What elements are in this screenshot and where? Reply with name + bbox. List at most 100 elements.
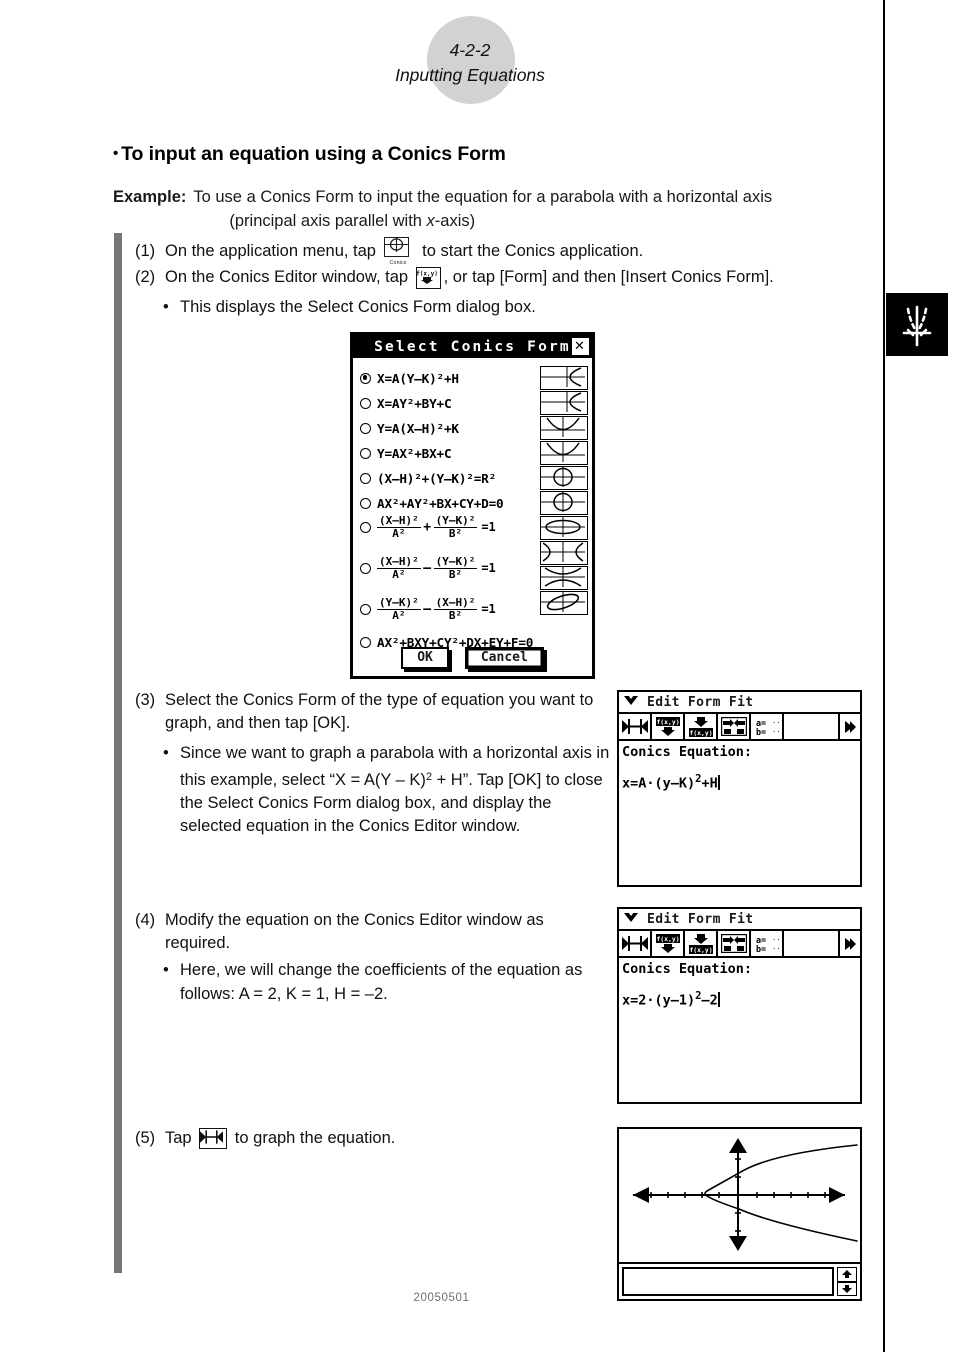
conics-option-hyperbola-horizontal[interactable]: (X–H)² A² – (Y–K)² B² =1 (360, 556, 496, 580)
close-icon[interactable]: ✕ (572, 338, 589, 355)
conics-editor-window-1[interactable]: Edit Form Fit f(x,y) f(x,y) a= b= · · Co… (617, 690, 862, 887)
radio-icon[interactable] (360, 397, 371, 409)
radio-icon[interactable] (360, 562, 371, 574)
step-4-sub-bullet: • (163, 961, 169, 979)
operator: – (423, 560, 432, 576)
step-3: (3) Select the Conics Form of the type o… (135, 689, 605, 735)
conics-app-icon[interactable]: Conics (383, 236, 415, 267)
thumb-parabola-up-2[interactable] (540, 441, 588, 465)
select-conics-form-dialog[interactable]: Select Conics Form ✕ X=A(Y–K)²+H X=AY²+B… (350, 332, 595, 679)
expand-select-button[interactable] (718, 714, 751, 739)
menu-chevron-down-icon[interactable] (623, 695, 639, 709)
conics-option-label: AX²+AY²+BX+CY+D=0 (377, 495, 504, 511)
conics-form-down-button[interactable]: f(x,y) (685, 714, 718, 739)
ok-button[interactable]: OK (401, 647, 449, 669)
expand-select-button[interactable] (718, 931, 751, 956)
radio-selected-icon[interactable] (360, 372, 371, 384)
numerator: (Y–K)² (379, 596, 419, 609)
example-line-2: (principal axis parallel with x-axis) (193, 209, 843, 233)
thumb-ellipse[interactable] (540, 516, 588, 540)
thumb-parabola-left-2[interactable] (540, 391, 588, 415)
graph-it-button[interactable] (619, 714, 652, 739)
conics-option-x-a-y-k-2-h[interactable]: X=A(Y–K)²+H (360, 368, 459, 388)
conics-option-y-a-x-h-2-k[interactable]: Y=A(X–H)²+K (360, 418, 459, 438)
menu-edit[interactable]: Edit (647, 696, 680, 709)
page-footer: 20050501 (413, 1292, 470, 1304)
insert-conics-form-button[interactable]: f(x,y) (652, 931, 685, 956)
conics-editor-window-2[interactable]: Edit Form Fit f(x,y) f(x,y) a= b= · · Co… (617, 907, 862, 1104)
thumb-circle-2[interactable] (540, 491, 588, 515)
hyperbola-v-term-1: (Y–K)² A² (377, 597, 421, 621)
graph-it-icon[interactable] (199, 1128, 228, 1150)
radio-icon[interactable] (360, 636, 371, 648)
example-text: To use a Conics Form to input the equati… (193, 185, 843, 233)
conics-graph-window[interactable] (617, 1127, 862, 1301)
conics-option-y-ax2-bx-c[interactable]: Y=AX²+BX+C (360, 443, 452, 463)
menu-form[interactable]: Form (688, 913, 721, 926)
editor-1-menubar: Edit Form Fit (619, 692, 860, 714)
svg-text:f(x,y): f(x,y) (656, 935, 679, 943)
editor-2-content[interactable]: Conics Equation: x=2·(y–1)2–2 (619, 958, 860, 1012)
radio-icon[interactable] (360, 422, 371, 434)
conics-option-hyperbola-vertical[interactable]: (Y–K)² A² – (X–H)² B² =1 (360, 597, 496, 621)
insert-conics-form-button[interactable]: f(x,y) (652, 714, 685, 739)
step-4-text: Modify the equation on the Conics Editor… (165, 911, 544, 952)
step-3-sub-bullet: • (163, 744, 169, 762)
thumb-circle[interactable] (540, 466, 588, 490)
conics-option-label: (X–H)²+(Y–K)²=R² (377, 470, 497, 486)
insert-conics-form-icon[interactable]: f(x,y) (415, 266, 441, 289)
conics-form-down-button[interactable]: f(x,y) (685, 931, 718, 956)
menu-chevron-down-icon[interactable] (623, 912, 639, 926)
menu-fit[interactable]: Fit (729, 913, 754, 926)
dialog-title: Select Conics Form (374, 338, 571, 355)
radio-icon[interactable] (360, 447, 371, 459)
thumb-parabola-up[interactable] (540, 416, 588, 440)
radio-icon[interactable] (360, 603, 371, 615)
svg-text:···: ··· (772, 945, 780, 953)
scroll-up-icon[interactable] (837, 1267, 857, 1282)
conics-option-circle-standard[interactable]: (X–H)²+(Y–K)²=R² (360, 468, 496, 488)
conics-option-ellipse[interactable]: (X–H)² A² + (Y–K)² B² =1 (360, 515, 496, 539)
example-line-2-post: -axis) (434, 212, 476, 230)
conics-option-x-ay2-by-c[interactable]: X=AY²+BY+C (360, 393, 452, 413)
editor-2-prompt: Conics Equation: (622, 961, 753, 977)
cancel-button[interactable]: Cancel (464, 647, 544, 669)
menu-fit[interactable]: Fit (729, 696, 754, 709)
graph-it-button[interactable] (619, 931, 652, 956)
dialog-button-row: OK Cancel (353, 647, 592, 669)
radio-icon[interactable] (360, 521, 371, 533)
radio-icon[interactable] (360, 472, 371, 484)
svg-text:f(x,y): f(x,y) (689, 729, 712, 737)
example-line-2-pre: (principal axis parallel with (229, 212, 427, 230)
rhs: =1 (481, 520, 496, 535)
page-header: 4-2-2 Inputting Equations (290, 38, 650, 88)
thumb-parabola-left[interactable] (540, 366, 588, 390)
dialog-body: X=A(Y–K)²+H X=AY²+BY+C Y=A(X–H)²+K Y=AX²… (353, 358, 592, 678)
section-heading-text: To input an equation using a Conics Form (121, 143, 506, 165)
editor-2-equation[interactable]: x=2·(y–1)2–2 (622, 987, 857, 1010)
editor-1-equation[interactable]: x=A·(y–K)2+H (622, 770, 857, 793)
text-caret (717, 775, 721, 791)
equation-tail: –2 (701, 992, 718, 1009)
toolbar-overflow-icon[interactable] (840, 931, 860, 956)
svg-text:···: ··· (772, 728, 780, 736)
toolbar-overflow-icon[interactable] (840, 714, 860, 739)
menu-edit[interactable]: Edit (647, 913, 680, 926)
numerator: (Y–K)² (435, 514, 476, 527)
conics-option-label: Y=A(X–H)²+K (377, 420, 459, 436)
graph-canvas[interactable] (619, 1129, 860, 1260)
step-3-sub-text: Since we want to graph a parabola with a… (180, 742, 611, 839)
conics-option-circle-general[interactable]: AX²+AY²+BX+CY+D=0 (360, 493, 504, 513)
denominator: B² (433, 608, 478, 622)
thumb-hyperbola-vertical[interactable] (540, 566, 588, 590)
editor-1-content[interactable]: Conics Equation: x=A·(y–K)2+H (619, 741, 860, 795)
operator: + (423, 519, 432, 535)
thumb-hyperbola-horizontal[interactable] (540, 541, 588, 565)
step-2-sub: • This displays the Select Conics Form di… (163, 296, 863, 320)
menu-form[interactable]: Form (688, 696, 721, 709)
radio-icon[interactable] (360, 497, 371, 509)
thumb-rotated-conic[interactable] (540, 591, 588, 615)
variables-ab-button[interactable]: a= b= ··· ··· (751, 714, 784, 739)
variables-ab-button[interactable]: a= b= ··· ··· (751, 931, 784, 956)
equation-base: x=A·(y–K) (622, 775, 696, 792)
